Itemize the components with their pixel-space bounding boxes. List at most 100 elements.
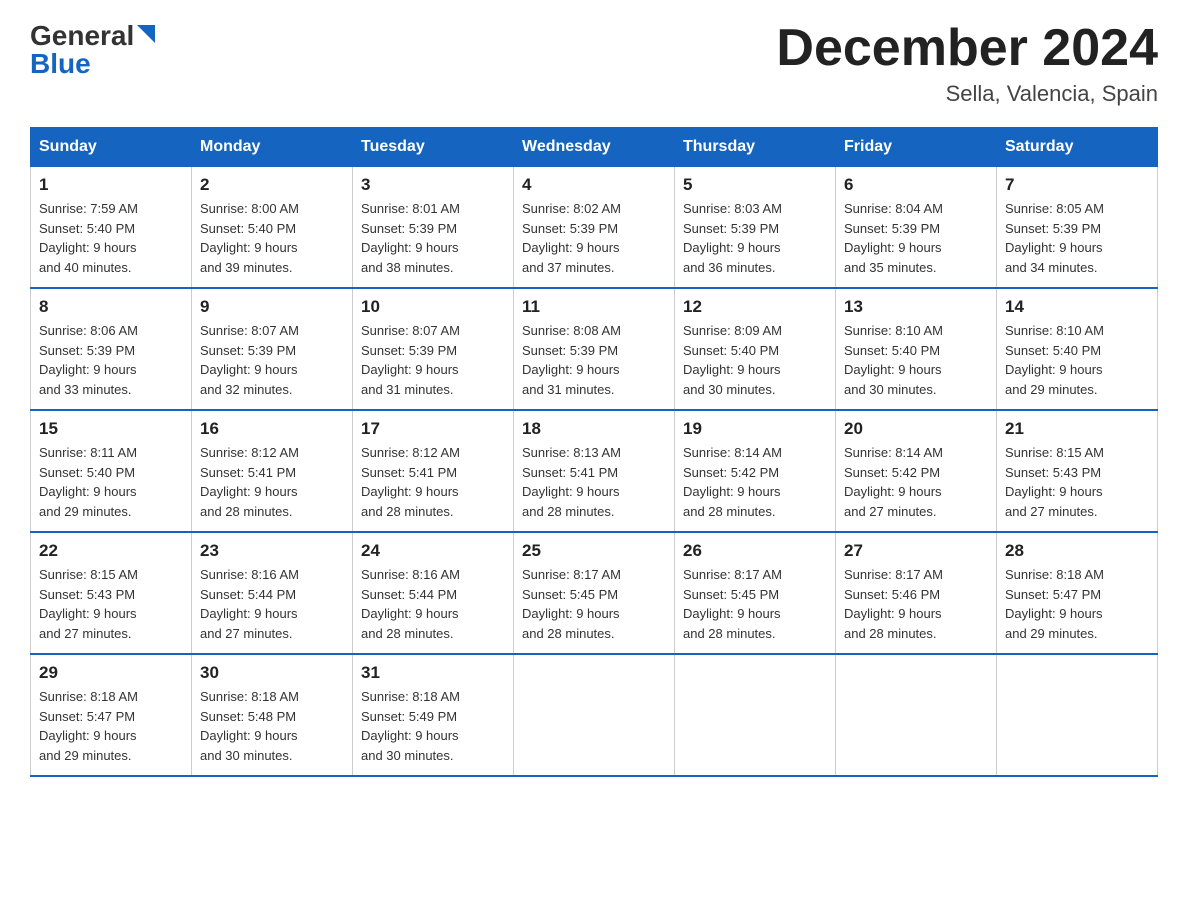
day-info: Sunrise: 8:12 AMSunset: 5:41 PMDaylight:…: [361, 445, 460, 519]
logo-bottom-line: Blue: [30, 48, 91, 80]
calendar-week-row: 1 Sunrise: 7:59 AMSunset: 5:40 PMDayligh…: [31, 167, 1158, 289]
column-header-sunday: Sunday: [31, 128, 192, 167]
calendar-day-cell: 7 Sunrise: 8:05 AMSunset: 5:39 PMDayligh…: [997, 167, 1158, 289]
day-info: Sunrise: 8:17 AMSunset: 5:45 PMDaylight:…: [522, 567, 621, 641]
day-info: Sunrise: 7:59 AMSunset: 5:40 PMDaylight:…: [39, 201, 138, 275]
calendar-day-cell: 14 Sunrise: 8:10 AMSunset: 5:40 PMDaylig…: [997, 288, 1158, 410]
day-number: 26: [683, 541, 827, 561]
calendar-day-cell: [836, 654, 997, 776]
column-header-saturday: Saturday: [997, 128, 1158, 167]
day-info: Sunrise: 8:09 AMSunset: 5:40 PMDaylight:…: [683, 323, 782, 397]
day-number: 14: [1005, 297, 1149, 317]
day-info: Sunrise: 8:14 AMSunset: 5:42 PMDaylight:…: [844, 445, 943, 519]
calendar-table: SundayMondayTuesdayWednesdayThursdayFrid…: [30, 127, 1158, 777]
day-info: Sunrise: 8:03 AMSunset: 5:39 PMDaylight:…: [683, 201, 782, 275]
day-info: Sunrise: 8:16 AMSunset: 5:44 PMDaylight:…: [361, 567, 460, 641]
day-info: Sunrise: 8:06 AMSunset: 5:39 PMDaylight:…: [39, 323, 138, 397]
calendar-day-cell: 21 Sunrise: 8:15 AMSunset: 5:43 PMDaylig…: [997, 410, 1158, 532]
column-header-thursday: Thursday: [675, 128, 836, 167]
day-number: 20: [844, 419, 988, 439]
calendar-day-cell: 2 Sunrise: 8:00 AMSunset: 5:40 PMDayligh…: [192, 167, 353, 289]
day-number: 31: [361, 663, 505, 683]
day-number: 4: [522, 175, 666, 195]
calendar-day-cell: 17 Sunrise: 8:12 AMSunset: 5:41 PMDaylig…: [353, 410, 514, 532]
day-info: Sunrise: 8:18 AMSunset: 5:47 PMDaylight:…: [1005, 567, 1104, 641]
calendar-day-cell: 25 Sunrise: 8:17 AMSunset: 5:45 PMDaylig…: [514, 532, 675, 654]
column-header-friday: Friday: [836, 128, 997, 167]
calendar-week-row: 8 Sunrise: 8:06 AMSunset: 5:39 PMDayligh…: [31, 288, 1158, 410]
day-number: 21: [1005, 419, 1149, 439]
day-number: 9: [200, 297, 344, 317]
page-title: December 2024: [776, 20, 1158, 77]
calendar-day-cell: 9 Sunrise: 8:07 AMSunset: 5:39 PMDayligh…: [192, 288, 353, 410]
calendar-day-cell: 4 Sunrise: 8:02 AMSunset: 5:39 PMDayligh…: [514, 167, 675, 289]
calendar-day-cell: 22 Sunrise: 8:15 AMSunset: 5:43 PMDaylig…: [31, 532, 192, 654]
column-header-wednesday: Wednesday: [514, 128, 675, 167]
calendar-day-cell: 26 Sunrise: 8:17 AMSunset: 5:45 PMDaylig…: [675, 532, 836, 654]
calendar-day-cell: 16 Sunrise: 8:12 AMSunset: 5:41 PMDaylig…: [192, 410, 353, 532]
day-number: 1: [39, 175, 183, 195]
day-info: Sunrise: 8:12 AMSunset: 5:41 PMDaylight:…: [200, 445, 299, 519]
day-number: 17: [361, 419, 505, 439]
calendar-day-cell: 20 Sunrise: 8:14 AMSunset: 5:42 PMDaylig…: [836, 410, 997, 532]
calendar-day-cell: 19 Sunrise: 8:14 AMSunset: 5:42 PMDaylig…: [675, 410, 836, 532]
day-info: Sunrise: 8:02 AMSunset: 5:39 PMDaylight:…: [522, 201, 621, 275]
day-info: Sunrise: 8:18 AMSunset: 5:48 PMDaylight:…: [200, 689, 299, 763]
calendar-day-cell: 31 Sunrise: 8:18 AMSunset: 5:49 PMDaylig…: [353, 654, 514, 776]
day-info: Sunrise: 8:05 AMSunset: 5:39 PMDaylight:…: [1005, 201, 1104, 275]
calendar-day-cell: 3 Sunrise: 8:01 AMSunset: 5:39 PMDayligh…: [353, 167, 514, 289]
day-number: 15: [39, 419, 183, 439]
calendar-day-cell: 11 Sunrise: 8:08 AMSunset: 5:39 PMDaylig…: [514, 288, 675, 410]
day-info: Sunrise: 8:18 AMSunset: 5:49 PMDaylight:…: [361, 689, 460, 763]
day-info: Sunrise: 8:10 AMSunset: 5:40 PMDaylight:…: [844, 323, 943, 397]
day-info: Sunrise: 8:17 AMSunset: 5:45 PMDaylight:…: [683, 567, 782, 641]
day-number: 29: [39, 663, 183, 683]
day-number: 16: [200, 419, 344, 439]
day-number: 13: [844, 297, 988, 317]
page-subtitle: Sella, Valencia, Spain: [776, 81, 1158, 107]
day-info: Sunrise: 8:10 AMSunset: 5:40 PMDaylight:…: [1005, 323, 1104, 397]
day-info: Sunrise: 8:15 AMSunset: 5:43 PMDaylight:…: [39, 567, 138, 641]
day-number: 7: [1005, 175, 1149, 195]
day-info: Sunrise: 8:14 AMSunset: 5:42 PMDaylight:…: [683, 445, 782, 519]
day-number: 5: [683, 175, 827, 195]
calendar-day-cell: 13 Sunrise: 8:10 AMSunset: 5:40 PMDaylig…: [836, 288, 997, 410]
day-number: 8: [39, 297, 183, 317]
day-info: Sunrise: 8:15 AMSunset: 5:43 PMDaylight:…: [1005, 445, 1104, 519]
day-info: Sunrise: 8:07 AMSunset: 5:39 PMDaylight:…: [200, 323, 299, 397]
day-number: 24: [361, 541, 505, 561]
day-number: 23: [200, 541, 344, 561]
calendar-header-row: SundayMondayTuesdayWednesdayThursdayFrid…: [31, 128, 1158, 167]
calendar-day-cell: 1 Sunrise: 7:59 AMSunset: 5:40 PMDayligh…: [31, 167, 192, 289]
logo: General Blue: [30, 20, 155, 80]
column-header-tuesday: Tuesday: [353, 128, 514, 167]
calendar-day-cell: 24 Sunrise: 8:16 AMSunset: 5:44 PMDaylig…: [353, 532, 514, 654]
title-block: December 2024 Sella, Valencia, Spain: [776, 20, 1158, 107]
day-info: Sunrise: 8:13 AMSunset: 5:41 PMDaylight:…: [522, 445, 621, 519]
day-number: 27: [844, 541, 988, 561]
calendar-day-cell: 29 Sunrise: 8:18 AMSunset: 5:47 PMDaylig…: [31, 654, 192, 776]
day-number: 28: [1005, 541, 1149, 561]
day-info: Sunrise: 8:04 AMSunset: 5:39 PMDaylight:…: [844, 201, 943, 275]
calendar-day-cell: 6 Sunrise: 8:04 AMSunset: 5:39 PMDayligh…: [836, 167, 997, 289]
day-number: 12: [683, 297, 827, 317]
day-number: 11: [522, 297, 666, 317]
calendar-week-row: 29 Sunrise: 8:18 AMSunset: 5:47 PMDaylig…: [31, 654, 1158, 776]
calendar-day-cell: [514, 654, 675, 776]
day-info: Sunrise: 8:11 AMSunset: 5:40 PMDaylight:…: [39, 445, 137, 519]
calendar-day-cell: 12 Sunrise: 8:09 AMSunset: 5:40 PMDaylig…: [675, 288, 836, 410]
day-info: Sunrise: 8:01 AMSunset: 5:39 PMDaylight:…: [361, 201, 460, 275]
day-number: 3: [361, 175, 505, 195]
day-number: 30: [200, 663, 344, 683]
column-header-monday: Monday: [192, 128, 353, 167]
day-number: 25: [522, 541, 666, 561]
calendar-day-cell: 5 Sunrise: 8:03 AMSunset: 5:39 PMDayligh…: [675, 167, 836, 289]
calendar-week-row: 15 Sunrise: 8:11 AMSunset: 5:40 PMDaylig…: [31, 410, 1158, 532]
calendar-day-cell: [997, 654, 1158, 776]
calendar-day-cell: [675, 654, 836, 776]
day-info: Sunrise: 8:00 AMSunset: 5:40 PMDaylight:…: [200, 201, 299, 275]
day-number: 10: [361, 297, 505, 317]
calendar-day-cell: 15 Sunrise: 8:11 AMSunset: 5:40 PMDaylig…: [31, 410, 192, 532]
calendar-day-cell: 10 Sunrise: 8:07 AMSunset: 5:39 PMDaylig…: [353, 288, 514, 410]
day-info: Sunrise: 8:16 AMSunset: 5:44 PMDaylight:…: [200, 567, 299, 641]
